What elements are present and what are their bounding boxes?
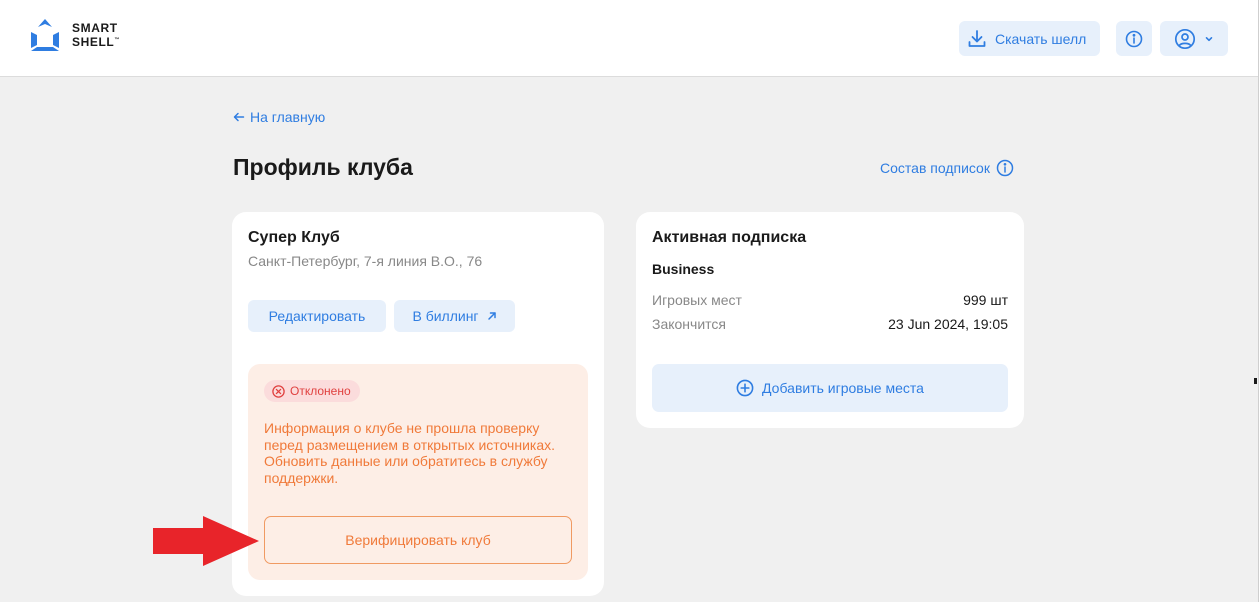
logo-mark-icon <box>31 19 59 51</box>
add-seats-label: Добавить игровые места <box>762 380 924 396</box>
info-icon <box>996 159 1014 177</box>
top-bar: SMART SHELL™ Скачать шелл <box>0 0 1258 77</box>
expires-row: Закончится 23 Jun 2024, 19:05 <box>652 316 1008 332</box>
page-title: Профиль клуба <box>233 154 413 180</box>
seats-label: Игровых мест <box>652 292 742 308</box>
info-button[interactable] <box>1116 21 1152 56</box>
plus-circle-icon <box>736 379 754 397</box>
download-icon <box>968 29 986 47</box>
status-badge-label: Отклонено <box>290 384 351 398</box>
download-shell-button[interactable]: Скачать шелл <box>959 21 1100 56</box>
user-icon <box>1174 28 1196 49</box>
logo[interactable]: SMART SHELL™ <box>27 18 120 52</box>
external-link-icon <box>487 312 496 320</box>
verify-club-button[interactable]: Верифицировать клуб <box>264 516 572 564</box>
back-to-home-link[interactable]: На главную <box>233 109 325 125</box>
back-link-label: На главную <box>250 109 326 125</box>
club-address: Санкт-Петербург, 7-я линия В.О., 76 <box>248 253 483 269</box>
expires-label: Закончится <box>652 316 726 332</box>
download-shell-label: Скачать шелл <box>995 30 1087 47</box>
expires-value: 23 Jun 2024, 19:05 <box>888 316 1008 332</box>
chevron-down-icon <box>1205 36 1213 41</box>
verification-alert: Отклонено Информация о клубе не прошла п… <box>248 364 588 580</box>
red-arrow-annotation <box>153 516 259 566</box>
billing-button[interactable]: В биллинг <box>394 300 515 332</box>
subscription-card: Активная подписка Business Игровых мест … <box>636 212 1024 428</box>
cursor-mark <box>1254 378 1257 384</box>
user-menu-button[interactable] <box>1160 21 1228 56</box>
logo-text: SMART SHELL™ <box>72 22 120 48</box>
subscriptions-link-label: Состав подписок <box>880 160 990 176</box>
arrow-left-icon <box>233 112 245 122</box>
status-badge: Отклонено <box>264 380 360 402</box>
subscription-plan: Business <box>652 261 715 277</box>
club-card: Супер Клуб Санкт-Петербург, 7-я линия В.… <box>232 212 604 596</box>
logo-tm: ™ <box>114 37 120 43</box>
billing-button-label: В биллинг <box>412 308 479 324</box>
club-name: Супер Клуб <box>248 229 340 246</box>
seats-row: Игровых мест 999 шт <box>652 292 1008 308</box>
add-seats-button[interactable]: Добавить игровые места <box>652 364 1008 412</box>
info-icon <box>1125 30 1143 47</box>
alert-message: Информация о клубе не прошла проверку пе… <box>264 420 555 486</box>
edit-button[interactable]: Редактировать <box>248 300 386 332</box>
close-circle-icon <box>272 384 285 398</box>
logo-line-1: SMART <box>72 21 118 35</box>
logo-line-2: SHELL <box>72 35 115 49</box>
subscription-title: Активная подписка <box>652 229 807 246</box>
seats-value: 999 шт <box>963 292 1008 308</box>
subscriptions-link[interactable]: Состав подписок <box>880 159 1014 177</box>
